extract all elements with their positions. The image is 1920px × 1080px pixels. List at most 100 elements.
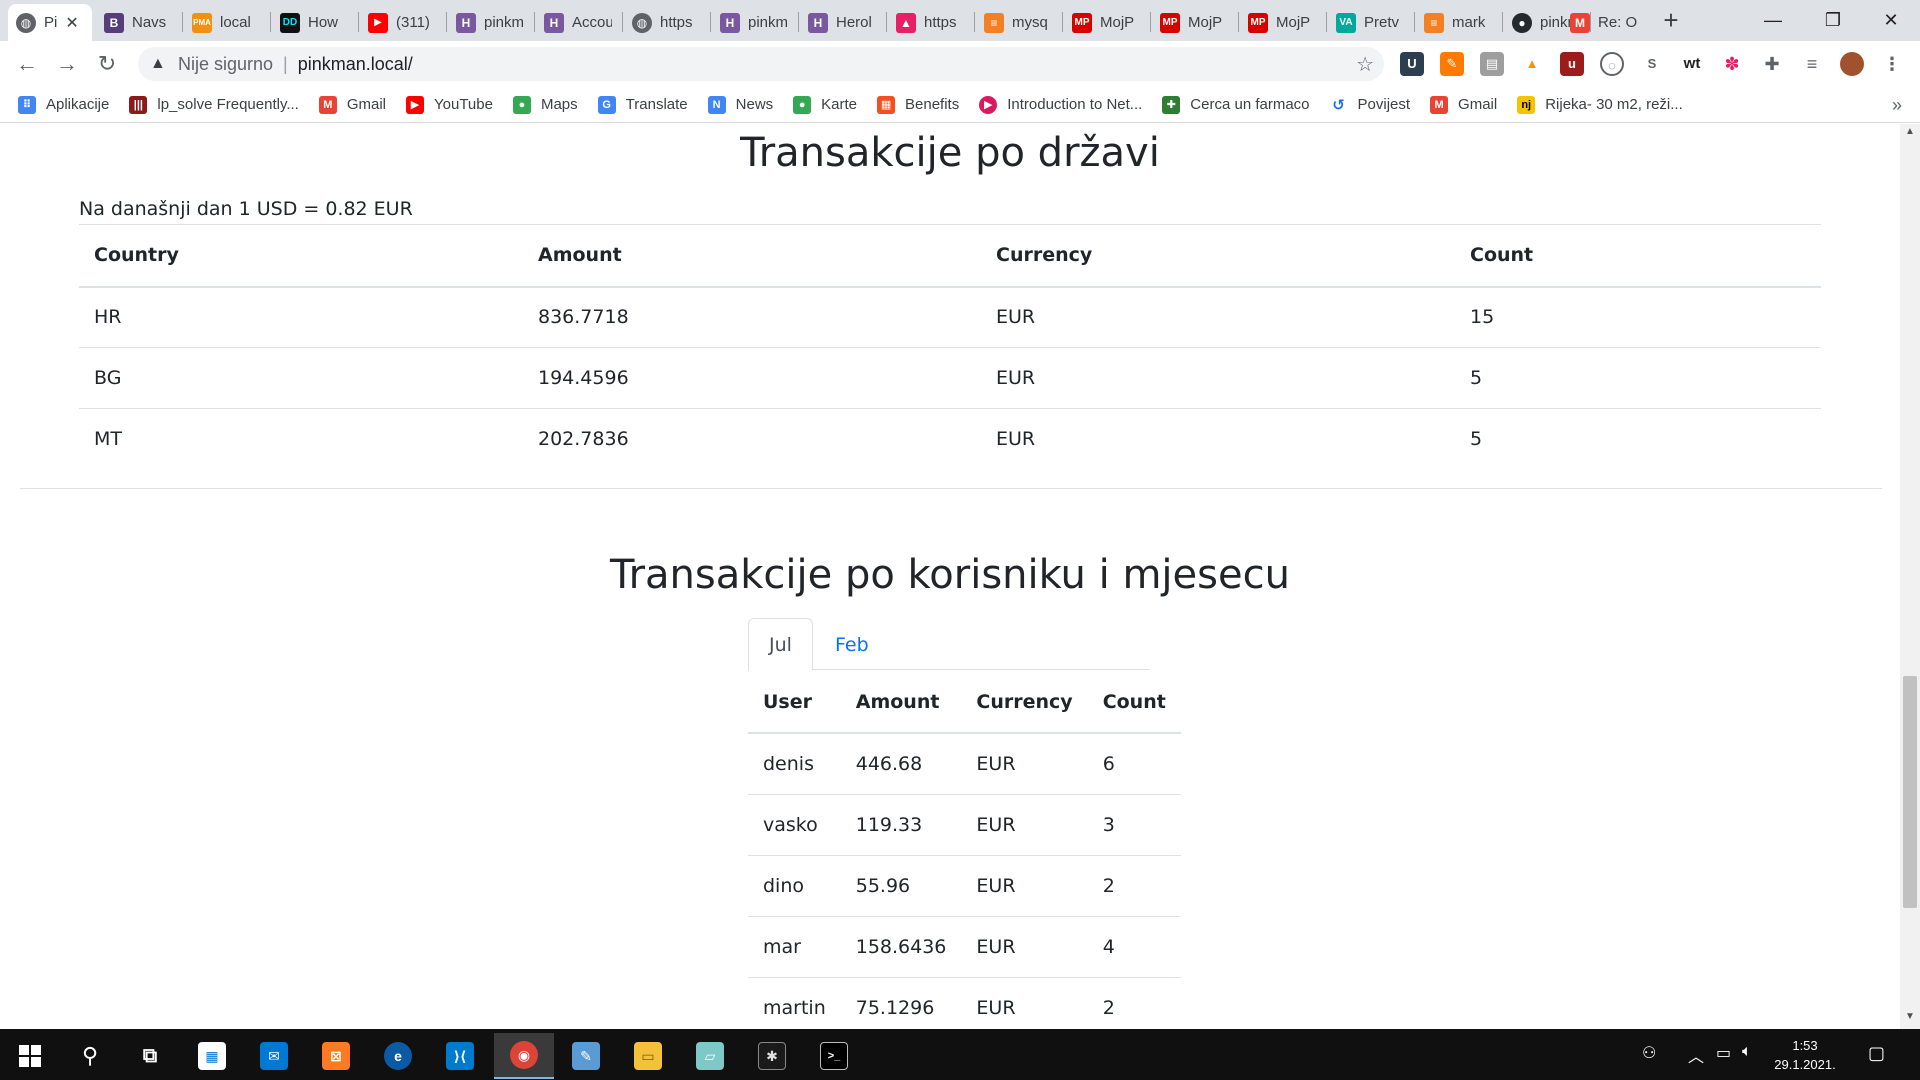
table-header-row: Country Amount Currency Count bbox=[79, 224, 1821, 288]
bookmark-item[interactable]: ● Maps bbox=[512, 95, 578, 114]
scroll-down-arrow-icon[interactable]: ▼ bbox=[1900, 1011, 1920, 1027]
bookmark-item[interactable]: ⠿ Aplikacije bbox=[18, 95, 109, 114]
new-tab-button[interactable]: + bbox=[1656, 6, 1686, 36]
back-arrow-icon[interactable]: ← bbox=[12, 49, 42, 79]
table-row: martin 75.1296 EUR 2 bbox=[748, 977, 1181, 1029]
volume-icon[interactable]: 🔈︎ bbox=[1742, 1043, 1752, 1061]
tab-15[interactable]: VA Pretv bbox=[1328, 4, 1412, 41]
tab-divider bbox=[1062, 12, 1063, 32]
bookmark-item[interactable]: G Translate bbox=[597, 95, 688, 114]
color-wheel-icon[interactable]: ✽ bbox=[1720, 52, 1744, 76]
action-center-icon[interactable]: ▢ bbox=[1868, 1043, 1885, 1064]
taskbar-app[interactable]: ⊠ bbox=[306, 1033, 366, 1079]
tab-jul[interactable]: Jul bbox=[748, 618, 813, 671]
bookmark-item[interactable]: ● Karte bbox=[793, 95, 857, 114]
forward-arrow-icon[interactable]: → bbox=[52, 49, 82, 79]
taskbar-app[interactable]: ▭ bbox=[618, 1033, 678, 1079]
show-hidden-icons-icon[interactable]: ︿ bbox=[1688, 1043, 1704, 1067]
tab-18[interactable]: M Re: O bbox=[1562, 4, 1646, 41]
tab-feb[interactable]: Feb bbox=[814, 618, 890, 671]
bookmark-item[interactable]: ||| lp_solve Frequently... bbox=[129, 95, 299, 114]
start-button[interactable] bbox=[0, 1033, 60, 1079]
taskbar-app[interactable]: ✉ bbox=[244, 1033, 304, 1079]
count-cell: 4 bbox=[1087, 916, 1181, 978]
maximize-button[interactable]: ❐ bbox=[1804, 0, 1862, 41]
tab-7[interactable]: ◍ https bbox=[624, 4, 708, 41]
extension-icon[interactable]: ▲ bbox=[1520, 52, 1544, 76]
extension-icon[interactable]: ▤ bbox=[1480, 52, 1504, 76]
bookmark-item[interactable]: M Gmail bbox=[318, 95, 386, 114]
user-cell: dino bbox=[748, 855, 841, 917]
puzzle-icon[interactable]: ✚ bbox=[1760, 52, 1784, 76]
warning-triangle-icon[interactable]: ▲ bbox=[150, 55, 168, 73]
close-tab-icon[interactable]: ✕ bbox=[65, 13, 78, 33]
tab-0[interactable]: ◍ Pi ✕ bbox=[8, 4, 92, 41]
reload-icon[interactable]: ↻ bbox=[92, 49, 122, 79]
maps-pin-icon: ● bbox=[793, 95, 812, 114]
extension-icon[interactable]: ✎ bbox=[1440, 52, 1464, 76]
heroku-icon: H bbox=[808, 12, 828, 33]
tab-6[interactable]: H Accou bbox=[536, 4, 620, 41]
tab-9[interactable]: H Herol bbox=[800, 4, 884, 41]
reading-list-icon[interactable]: ≡ bbox=[1800, 52, 1824, 76]
battery-icon[interactable]: ▭ bbox=[1716, 1043, 1731, 1063]
bookmark-item[interactable]: ✚ Cerca un farmaco bbox=[1162, 95, 1310, 114]
minimize-button[interactable]: — bbox=[1744, 0, 1802, 41]
extension-icon[interactable]: wt bbox=[1680, 52, 1704, 76]
system-clock[interactable]: 1:53 29.1.2021. bbox=[1770, 1036, 1840, 1074]
currency-cell: EUR bbox=[981, 347, 1455, 409]
tab-1[interactable]: B Navs bbox=[96, 4, 180, 41]
tab-8[interactable]: Hpinkm bbox=[712, 4, 796, 41]
extension-icon[interactable]: ◌ bbox=[1600, 52, 1624, 76]
taskbar-app[interactable]: ✎ bbox=[556, 1033, 616, 1079]
search-button[interactable]: ⚲ bbox=[60, 1033, 120, 1079]
tab-16[interactable]: ≡ mark bbox=[1416, 4, 1500, 41]
taskbar-app[interactable]: e bbox=[368, 1033, 428, 1079]
taskbar-app[interactable]: ▦ bbox=[182, 1033, 242, 1079]
tab-4[interactable]: ▶ (311) bbox=[360, 4, 444, 41]
tab-3[interactable]: DD How bbox=[272, 4, 356, 41]
avatar[interactable] bbox=[1840, 52, 1864, 76]
bookmark-star-icon[interactable]: ☆ bbox=[1356, 52, 1374, 77]
month-tabs: Jul Feb bbox=[748, 618, 1150, 671]
tab-2[interactable]: PMA local bbox=[184, 4, 268, 41]
pharmacy-icon: ✚ bbox=[1162, 95, 1181, 114]
bookmark-item[interactable]: nj Rijeka- 30 m2, reži... bbox=[1517, 95, 1683, 114]
bookmark-item[interactable]: ↺ Povijest bbox=[1329, 95, 1410, 114]
scroll-up-arrow-icon[interactable]: ▲ bbox=[1900, 126, 1920, 142]
taskbar-app[interactable]: ▱ bbox=[680, 1033, 740, 1079]
security-label[interactable]: Nije sigurno bbox=[178, 54, 273, 75]
scrollbar-thumb[interactable] bbox=[1903, 676, 1917, 908]
bookmark-item[interactable]: ▦ Benefits bbox=[877, 95, 959, 114]
bookmark-item[interactable]: N News bbox=[707, 95, 773, 114]
extension-icon[interactable]: S bbox=[1640, 52, 1664, 76]
kebab-menu-icon[interactable]: ⋮ bbox=[1880, 52, 1904, 76]
bookmark-item[interactable]: ▶ YouTube bbox=[406, 95, 493, 114]
taskbar-app-active[interactable]: ◉ bbox=[494, 1033, 554, 1079]
tab-10[interactable]: ▲ https bbox=[888, 4, 972, 41]
extension-icon[interactable]: U bbox=[1400, 52, 1424, 76]
taskbar-app[interactable]: ⟩⟨ bbox=[430, 1033, 490, 1079]
column-header: Currency bbox=[981, 224, 1455, 288]
vertical-scrollbar[interactable]: ▲ ▼ bbox=[1900, 124, 1920, 1029]
taskbar-app[interactable]: >_ bbox=[804, 1033, 864, 1079]
column-header: Count bbox=[1087, 671, 1181, 734]
taskbar-app[interactable]: ✱ bbox=[742, 1033, 802, 1079]
tab-11[interactable]: ≡ mysq bbox=[976, 4, 1060, 41]
amount-cell: 446.68 bbox=[840, 733, 962, 795]
close-window-button[interactable]: ✕ bbox=[1862, 0, 1920, 41]
more-bookmarks-icon[interactable]: » bbox=[1892, 95, 1902, 116]
tab-5[interactable]: Hpinkm bbox=[448, 4, 532, 41]
task-view-button[interactable]: ⧉ bbox=[120, 1033, 180, 1079]
bookmark-item[interactable]: M Gmail bbox=[1430, 95, 1497, 114]
ublock-shield-icon[interactable]: u bbox=[1560, 52, 1584, 76]
bookmark-item[interactable]: ▶ Introduction to Net... bbox=[979, 95, 1142, 114]
url-text[interactable]: pinkman.local/ bbox=[298, 54, 413, 75]
address-bar[interactable]: ▲ Nije sigurno | pinkman.local/ ☆ bbox=[138, 47, 1384, 81]
amount-cell: 119.33 bbox=[840, 794, 962, 856]
tab-12[interactable]: MP MojP bbox=[1064, 4, 1148, 41]
people-icon[interactable]: ⚇ bbox=[1642, 1043, 1656, 1063]
tab-14[interactable]: MP MojP bbox=[1240, 4, 1324, 41]
tab-divider bbox=[1502, 12, 1503, 32]
tab-13[interactable]: MP MojP bbox=[1152, 4, 1236, 41]
